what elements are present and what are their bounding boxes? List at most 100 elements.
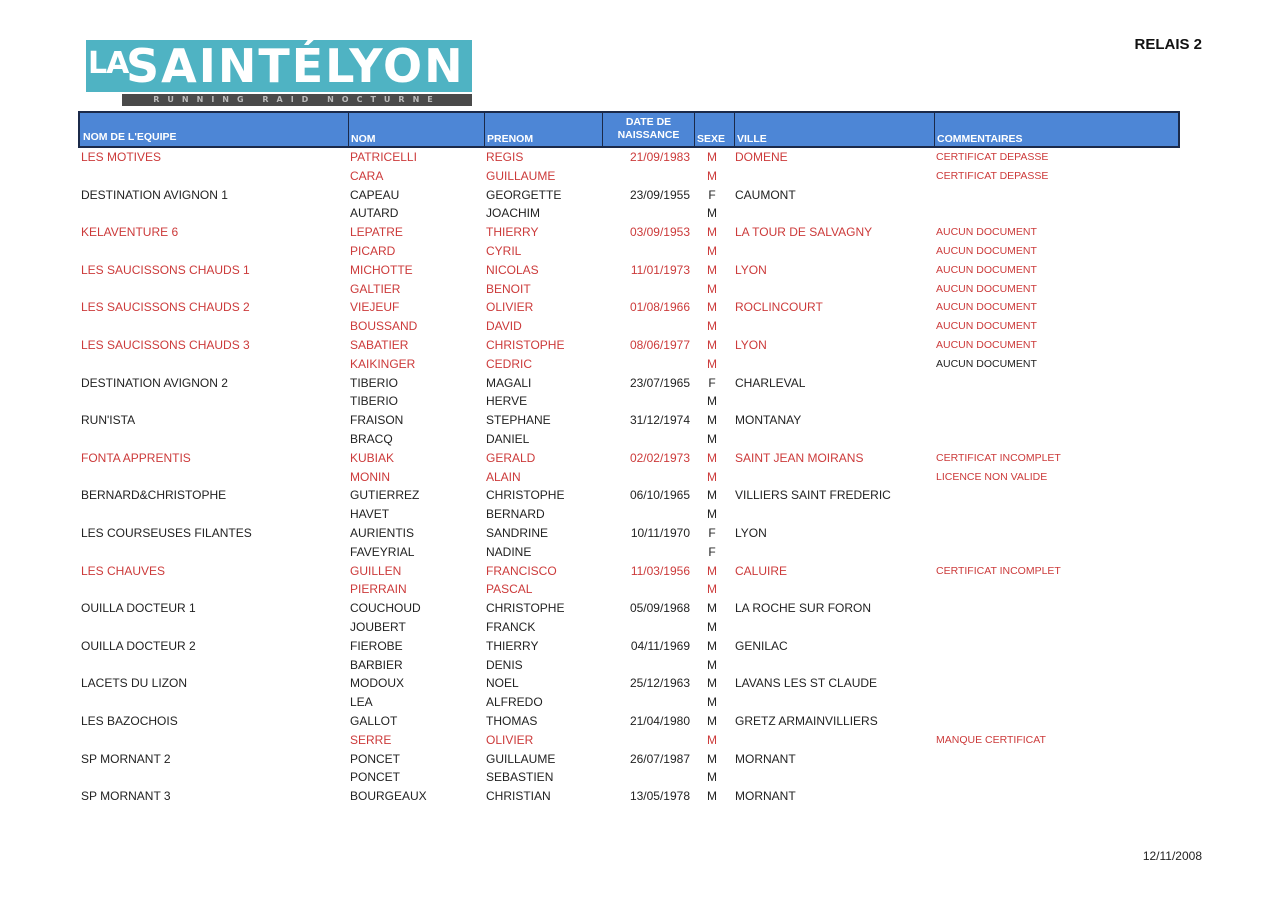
cell-date: 08/06/1977 [629, 337, 690, 352]
header-ville: VILLE [734, 113, 934, 148]
cell-team: LES COURSEUSES FILANTES [81, 525, 252, 540]
table-body: LES MOTIVES PATRICELLI REGIS 21/09/1983 M DOM… [78, 148, 1180, 806]
cell-sexe: M [707, 713, 717, 728]
table-row: LES MOTIVES PATRICELLI REGIS 21/09/1983 M DOM… [78, 148, 1180, 167]
cell-sexe: M [707, 563, 717, 578]
table-row: MONIN ALAIN M LICENCE NON VALIDE [78, 468, 1180, 487]
cell-ville: SAINT JEAN MOIRANS [735, 450, 864, 465]
cell-commentaire: AUCUN DOCUMENT [936, 320, 1037, 333]
cell-commentaire: AUCUN DOCUMENT [936, 263, 1037, 276]
table-row: OUILLA DOCTEUR 2 FIEROBE THIERRY 04/11/1969… [78, 637, 1180, 656]
cell-date: 01/08/1966 [629, 300, 690, 315]
cell-ville: DOMENE [735, 150, 788, 164]
table-row: PIERRAIN PASCAL M [78, 580, 1180, 599]
cell-prenom: DAVID [486, 319, 522, 334]
table-row: CARA GUILLAUME M CERTIFICAT DEPASSE [78, 167, 1180, 186]
cell-date: 11/01/1973 [630, 262, 690, 277]
table-row: SP MORNANT 3 BOURGEAUX CHRISTIAN 13/05/1978… [78, 787, 1180, 806]
cell-team: SP MORNANT 2 [81, 751, 171, 766]
cell-prenom: CHRISTIAN [486, 789, 551, 804]
cell-prenom: THIERRY [486, 638, 539, 653]
cell-sexe: F [708, 375, 716, 390]
cell-commentaire: AUCUN DOCUMENT [936, 244, 1037, 257]
table-row: KAIKINGER CEDRIC M AUCUN DOCUMENT [78, 355, 1180, 374]
cell-sexe: M [707, 657, 717, 672]
cell-commentaire: CERTIFICAT INCOMPLET [936, 451, 1061, 464]
cell-sexe: M [707, 168, 717, 183]
cell-commentaire: MANQUE CERTIFICAT [936, 733, 1046, 746]
cell-sexe: M [707, 469, 717, 484]
cell-prenom: ALFREDO [486, 695, 543, 710]
cell-sexe: M [707, 676, 717, 691]
cell-ville: ROCLINCOURT [735, 300, 823, 315]
logo-tagline: RUNNING RAID NOCTURNE [122, 94, 472, 106]
cell-ville: LA TOUR DE SALVAGNY [735, 225, 873, 240]
cell-nom: MICHOTTE [350, 262, 413, 277]
cell-sexe: M [707, 337, 717, 352]
cell-sexe: M [707, 206, 717, 221]
cell-ville: LYON [735, 525, 767, 540]
cell-sexe: M [707, 732, 717, 747]
cell-prenom: PASCAL [486, 582, 533, 597]
cell-ville: LAVANS LES ST CLAUDE [735, 676, 878, 691]
cell-prenom: BERNARD [486, 507, 545, 522]
cell-date: 11/03/1956 [630, 563, 690, 578]
cell-prenom: CYRIL [486, 243, 522, 258]
cell-sexe: M [707, 695, 717, 710]
cell-sexe: M [707, 789, 717, 804]
table-row: SERRE OLIVIER M MANQUE CERTIFICAT [78, 731, 1180, 750]
table-row: FONTA APPRENTIS KUBIAK GERALD 02/02/1973 M SA… [78, 449, 1180, 468]
header-team: NOM DE L'EQUIPE [83, 131, 177, 143]
cell-nom: AURIENTIS [350, 525, 415, 540]
cell-nom: LEA [350, 695, 373, 710]
cell-sexe: M [707, 319, 717, 334]
table-row: PONCET SEBASTIEN M [78, 768, 1180, 787]
cell-date: 23/09/1955 [629, 187, 690, 202]
cell-prenom: HERVE [486, 394, 528, 409]
cell-prenom: BENOIT [486, 281, 531, 296]
cell-nom: SERRE [350, 732, 392, 747]
cell-nom: LEPATRE [350, 225, 403, 240]
cell-sexe: M [707, 243, 717, 258]
table-header: NOM DE L'EQUIPE NOM PRENOM DATE DE NAISS… [78, 111, 1180, 148]
cell-commentaire: CERTIFICAT DEPASSE [936, 151, 1049, 163]
cell-team: DESTINATION AVIGNON 1 [81, 187, 228, 202]
cell-nom: MONIN [350, 469, 390, 484]
cell-date: 23/07/1965 [629, 375, 690, 390]
table-row: OUILLA DOCTEUR 1 COUCHOUD CHRISTOPHE 05/09/… [78, 599, 1180, 618]
header-prenom: PRENOM [484, 113, 602, 148]
cell-nom: BARBIER [350, 657, 403, 672]
cell-nom: PIERRAIN [350, 582, 407, 597]
table-row: LACETS DU LIZON MODOUX NOEL 25/12/1963 M LAVA… [78, 674, 1180, 693]
cell-date: 21/04/1980 [629, 713, 690, 728]
cell-nom: PICARD [350, 243, 396, 258]
cell-date: 06/10/1965 [629, 488, 690, 503]
cell-nom: SABATIER [350, 337, 409, 352]
cell-prenom: NICOLAS [486, 262, 539, 277]
logo-banner: LA SAINTÉLYON [86, 40, 472, 92]
cell-prenom: MAGALI [486, 375, 532, 390]
cell-nom: COUCHOUD [350, 601, 421, 616]
cell-sexe: F [708, 187, 716, 202]
table-row: TIBERIO HERVE M [78, 392, 1180, 411]
cell-nom: FAVEYRIAL [350, 544, 415, 559]
cell-prenom: GEORGETTE [486, 187, 562, 202]
cell-team: DESTINATION AVIGNON 2 [81, 375, 228, 390]
cell-commentaire: AUCUN DOCUMENT [936, 226, 1037, 239]
table-row: LES SAUCISSONS CHAUDS 1 MICHOTTE NICOLAS 11… [78, 261, 1180, 280]
cell-prenom: NADINE [486, 544, 532, 559]
cell-sexe: M [707, 488, 717, 503]
cell-nom: KAIKINGER [350, 356, 416, 371]
cell-date: 26/07/1987 [629, 751, 690, 766]
cell-sexe: M [707, 450, 717, 465]
relais-title: RELAIS 2 [1134, 36, 1202, 53]
cell-ville: CALUIRE [735, 563, 788, 578]
cell-nom: GUILLEN [350, 563, 402, 578]
cell-prenom: OLIVIER [486, 732, 534, 747]
table-row: KELAVENTURE 6 LEPATRE THIERRY 03/09/1953 M LA… [78, 223, 1180, 242]
cell-prenom: GERALD [486, 450, 536, 465]
table-row: LES SAUCISSONS CHAUDS 2 VIEJEUF OLIVIER 01/… [78, 298, 1180, 317]
table-row: BRACQ DANIEL M [78, 430, 1180, 449]
cell-ville: CAUMONT [735, 187, 796, 202]
cell-nom: AUTARD [350, 206, 399, 221]
